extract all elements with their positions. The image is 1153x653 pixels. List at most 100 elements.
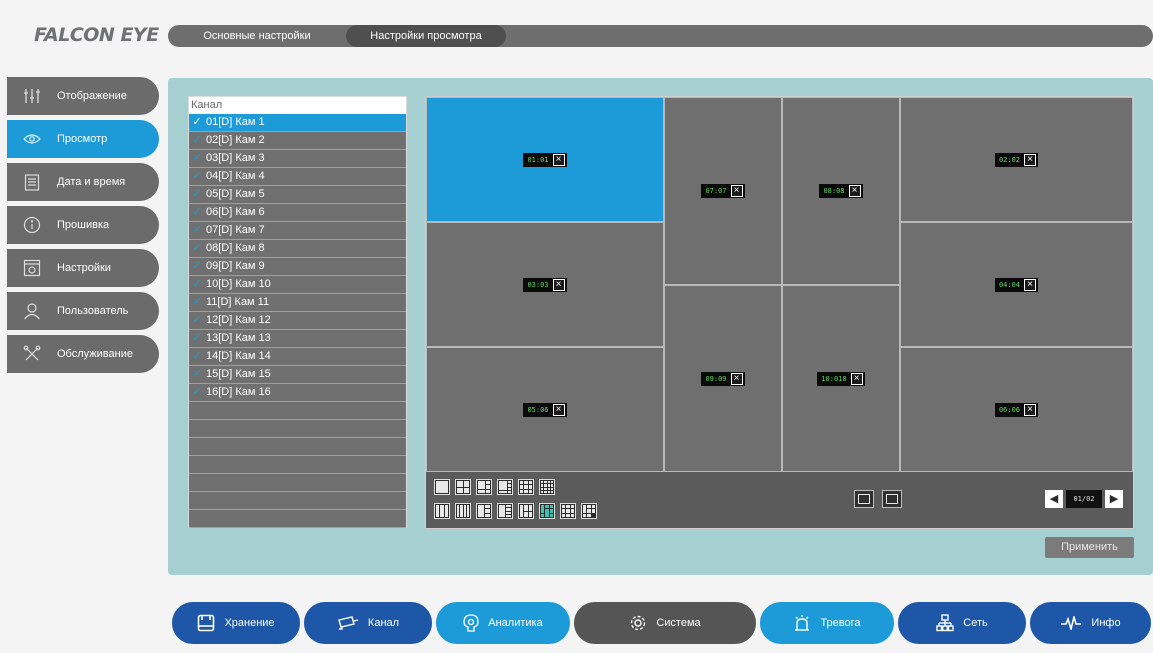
sidebar-item-display[interactable]: Отображение xyxy=(7,77,159,115)
sidebar-item-user[interactable]: Пользователь xyxy=(7,292,159,330)
channel-item-label: 09[D] Кам 9 xyxy=(206,260,265,272)
clear-all-channels-icon[interactable] xyxy=(882,490,902,508)
channel-tag-label: 10:010 xyxy=(821,374,847,383)
layout-4-icon[interactable] xyxy=(455,479,471,495)
select-all-channels-icon[interactable] xyxy=(854,490,874,508)
top-tab-bar: Основные настройки Настройки просмотра xyxy=(168,25,1153,47)
alarm-icon xyxy=(793,614,811,632)
layout-12-icon[interactable] xyxy=(560,503,576,519)
preview-cell[interactable]: 09:09 × xyxy=(664,285,782,472)
channel-item-label: 08[D] Кам 8 xyxy=(206,242,265,254)
sidebar-item-view[interactable]: Просмотр xyxy=(7,120,159,158)
sidebar-item-datetime[interactable]: Дата и время xyxy=(7,163,159,201)
layout-13-icon[interactable] xyxy=(581,503,597,519)
layout-1-icon[interactable] xyxy=(434,479,450,495)
preview-cell[interactable]: 04:04 × xyxy=(900,222,1133,347)
layout-5-icon[interactable] xyxy=(476,503,492,519)
channel-item[interactable]: ✓ 06[D] Кам 6 xyxy=(189,204,406,222)
channel-tag: 02:02 × xyxy=(994,152,1039,167)
channel-tag: 03:03 × xyxy=(523,277,567,292)
layout-16-icon[interactable] xyxy=(539,479,555,495)
nav-storage[interactable]: Хранение xyxy=(170,600,302,646)
close-icon[interactable]: × xyxy=(1024,153,1037,166)
channel-tag-label: 03:03 xyxy=(527,280,549,289)
layout-7-icon[interactable] xyxy=(497,503,513,519)
sidebar-item-settings[interactable]: Настройки xyxy=(7,249,159,287)
channel-item[interactable]: ✓ 14[D] Кам 14 xyxy=(189,348,406,366)
sidebar-item-label: Пользователь xyxy=(57,305,129,317)
layout-9-icon[interactable] xyxy=(518,479,534,495)
preview-area: 01:01 × 03:03 × 05:06 × 07:07 × 08:08 × 09:09… xyxy=(425,96,1134,529)
channel-tag: 08:08 × xyxy=(819,184,863,198)
preview-cell[interactable]: 03:03 × xyxy=(426,222,664,347)
check-icon: ✓ xyxy=(192,224,202,236)
channel-item[interactable]: ✓ 01[D] Кам 1 xyxy=(189,114,406,132)
preview-cell[interactable]: 08:08 × xyxy=(782,97,900,285)
tab-view-settings[interactable]: Настройки просмотра xyxy=(346,25,506,47)
layout-buttons-row-2 xyxy=(434,503,597,519)
nav-system[interactable]: Система xyxy=(572,600,758,646)
nav-analytics[interactable]: Аналитика xyxy=(434,600,572,646)
check-icon: ✓ xyxy=(192,314,202,326)
sidebar-item-firmware[interactable]: Прошивка xyxy=(7,206,159,244)
close-icon[interactable]: × xyxy=(552,153,565,166)
channel-item[interactable]: ✓ 08[D] Кам 8 xyxy=(189,240,406,258)
layout-10-icon[interactable] xyxy=(539,503,555,519)
nav-network[interactable]: Сеть xyxy=(896,600,1028,646)
preview-cell[interactable]: 01:01 × xyxy=(426,97,664,222)
layout-6-icon[interactable] xyxy=(476,479,492,495)
close-icon[interactable]: × xyxy=(552,278,565,291)
channel-item-label: 13[D] Кам 13 xyxy=(206,332,271,344)
close-icon[interactable]: × xyxy=(552,403,565,416)
channel-item[interactable]: ✓ 09[D] Кам 9 xyxy=(189,258,406,276)
preview-cell[interactable]: 07:07 × xyxy=(664,97,782,285)
channel-item[interactable]: ✓ 15[D] Кам 15 xyxy=(189,366,406,384)
preview-cell[interactable]: 05:06 × xyxy=(426,347,664,472)
nav-label: Канал xyxy=(367,617,400,629)
channel-item-label: 01[D] Кам 1 xyxy=(206,116,265,128)
close-icon[interactable]: × xyxy=(730,372,743,385)
pager: ◀ 01/02 ▶ xyxy=(1045,490,1123,508)
channel-item[interactable]: ✓ 16[D] Кам 16 xyxy=(189,384,406,402)
channel-tag: 09:09 × xyxy=(701,371,745,386)
channel-item[interactable]: ✓ 04[D] Кам 4 xyxy=(189,168,406,186)
apply-button[interactable]: Применить xyxy=(1045,537,1134,558)
close-icon[interactable]: × xyxy=(730,185,743,197)
calendar-icon xyxy=(17,167,47,197)
preview-cell[interactable]: 02:02 × xyxy=(900,97,1133,222)
close-icon[interactable]: × xyxy=(1024,278,1037,291)
channel-tag: 10:010 × xyxy=(817,371,865,386)
close-icon[interactable]: × xyxy=(1024,403,1037,416)
channel-item[interactable]: ✓ 11[D] Кам 11 xyxy=(189,294,406,312)
tab-basic-settings[interactable]: Основные настройки xyxy=(168,25,346,47)
channel-empty-row xyxy=(189,510,406,528)
next-page-button[interactable]: ▶ xyxy=(1105,490,1123,508)
channel-item[interactable]: ✓ 07[D] Кам 7 xyxy=(189,222,406,240)
prev-page-button[interactable]: ◀ xyxy=(1045,490,1063,508)
preview-cell[interactable]: 10:010 × xyxy=(782,285,900,472)
channel-item-label: 16[D] Кам 16 xyxy=(206,386,271,398)
layout-4-vertical-icon[interactable] xyxy=(455,503,471,519)
channel-item[interactable]: ✓ 02[D] Кам 2 xyxy=(189,132,406,150)
close-icon[interactable]: × xyxy=(850,372,863,385)
nav-channel[interactable]: Канал xyxy=(302,600,434,646)
channel-item[interactable]: ✓ 03[D] Кам 3 xyxy=(189,150,406,168)
channel-item[interactable]: ✓ 05[D] Кам 5 xyxy=(189,186,406,204)
nav-alarm[interactable]: Тревога xyxy=(758,600,896,646)
preview-cell[interactable]: 06:06 × xyxy=(900,347,1133,472)
sidebar-item-maintenance[interactable]: Обслуживание xyxy=(7,335,159,373)
channel-item[interactable]: ✓ 10[D] Кам 10 xyxy=(189,276,406,294)
channel-item[interactable]: ✓ 12[D] Кам 12 xyxy=(189,312,406,330)
layout-8-split-icon[interactable] xyxy=(518,503,534,519)
channel-item-label: 11[D] Кам 11 xyxy=(206,296,270,308)
channel-item[interactable]: ✓ 13[D] Кам 13 xyxy=(189,330,406,348)
info-icon xyxy=(17,210,47,240)
analytics-icon xyxy=(463,614,479,632)
close-icon[interactable]: × xyxy=(848,185,861,197)
nav-info[interactable]: Инфо xyxy=(1028,600,1153,646)
layout-8-icon[interactable] xyxy=(497,479,513,495)
gear-icon xyxy=(629,614,647,632)
nav-label: Тревога xyxy=(820,617,861,629)
channel-tag-label: 09:09 xyxy=(705,374,727,383)
layout-3-icon[interactable] xyxy=(434,503,450,519)
